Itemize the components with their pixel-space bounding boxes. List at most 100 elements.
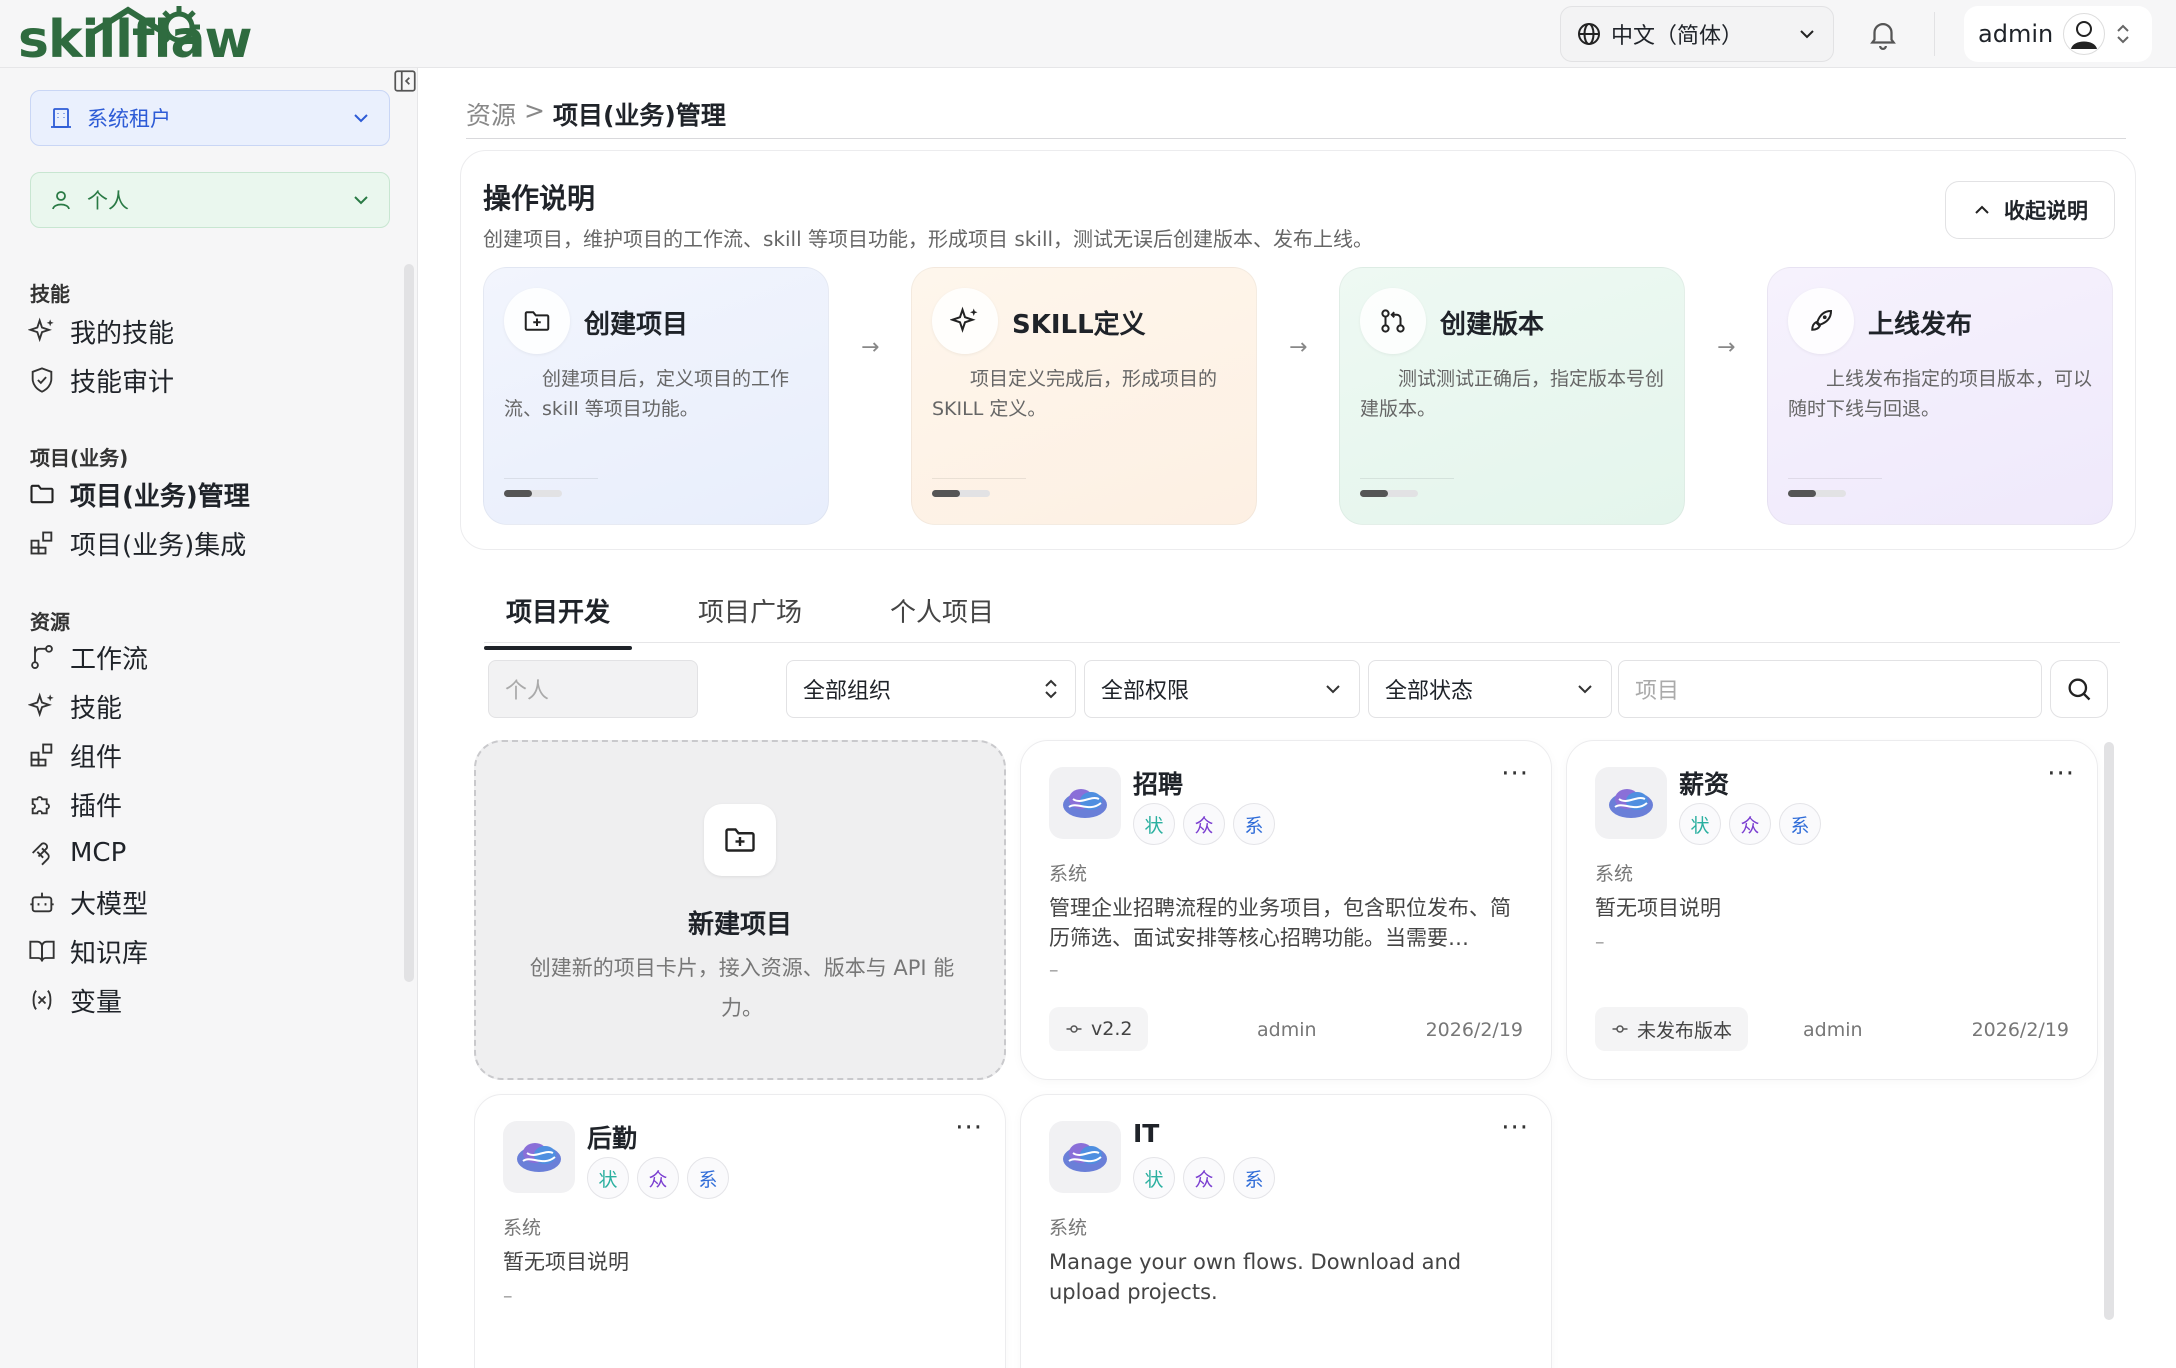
step-divider [932, 478, 1026, 479]
step-name: 上线发布 [1868, 310, 1973, 340]
version-tag: v2.2 [1049, 1007, 1149, 1051]
more-options-icon[interactable]: ··· [955, 1113, 983, 1143]
breadcrumb-separator: > [524, 96, 545, 125]
step-progress [1360, 490, 1418, 497]
sidebar-item-workflow[interactable]: 工作流 [28, 629, 388, 685]
project-extra: – [1595, 931, 1605, 953]
rocket-icon [1811, 309, 1833, 331]
project-card[interactable]: 薪资 ··· 状 众 系 系统 暂无项目说明 – 未发布版本 admin 202… [1566, 740, 2098, 1080]
new-project-title: 新建项目 [687, 910, 792, 940]
collapse-guide-button[interactable]: 收起说明 [1945, 181, 2115, 239]
project-card[interactable]: 后勤 ··· 状 众 系 系统 暂无项目说明 – [474, 1094, 1006, 1368]
public-badge: 众 [637, 1157, 679, 1199]
project-desc: Manage your own flows. Download and uplo… [1049, 1250, 1462, 1304]
blocks-icon [30, 531, 53, 555]
tab-project-square[interactable]: 项目广场 [676, 588, 824, 648]
sidebar-item-knowledge-base[interactable]: 知识库 [28, 923, 388, 979]
org-filter[interactable]: 全部组织 [786, 660, 1076, 718]
project-search-input[interactable]: 项目 [1618, 660, 2042, 718]
chevron-down-icon [354, 196, 368, 205]
search-placeholder: 项目 [1635, 679, 1680, 704]
sidebar-item-plugins[interactable]: 插件 [28, 776, 388, 832]
project-card[interactable]: 招聘 ··· 状 众 系 系统 管理企业招聘流程的业务项目，包含职位发布、简历筛… [1020, 740, 1552, 1080]
scope-select[interactable]: 个人 [30, 172, 390, 228]
collapse-guide-label: 收起说明 [2004, 199, 2088, 223]
project-org: 系统 [1049, 863, 1088, 885]
step-icon-wrap [504, 288, 570, 354]
tenant-label: 系统租户 [87, 107, 171, 131]
sidebar-collapse-button[interactable] [392, 68, 418, 94]
public-badge: 众 [1183, 803, 1225, 845]
sidebar-item-variables[interactable]: 变量 [28, 972, 388, 1028]
step-name: 创建项目 [584, 310, 689, 340]
org-filter-value: 全部组织 [803, 679, 892, 704]
workflow-icon [31, 644, 53, 670]
project-owner: admin [1803, 1019, 1863, 1041]
sidebar-item-llm[interactable]: 大模型 [28, 874, 388, 930]
status-badge: 状 [1133, 803, 1175, 845]
chevron-updown-icon [1045, 679, 1057, 699]
user-menu[interactable]: admin [1964, 6, 2152, 62]
more-options-icon[interactable]: ··· [1501, 1113, 1529, 1143]
scope-label: 个人 [87, 189, 129, 213]
project-badges: 状 众 系 [1133, 1157, 1275, 1199]
more-options-icon[interactable]: ··· [1501, 759, 1529, 789]
globe-icon [1578, 23, 1600, 45]
sidebar-scrollbar[interactable] [404, 264, 414, 982]
step-name: 创建版本 [1440, 310, 1545, 340]
folder-plus-icon [524, 311, 550, 331]
bot-icon [30, 892, 54, 913]
folder-icon [30, 484, 54, 504]
tenant-select[interactable]: 系统租户 [30, 90, 390, 146]
public-badge: 众 [1183, 1157, 1225, 1199]
sidebar-item-components[interactable]: 组件 [28, 727, 388, 783]
sidebar-item-project-integration[interactable]: 项目(业务)集成 [28, 515, 388, 571]
new-project-card[interactable]: 新建项目 创建新的项目卡片，接入资源、版本与 API 能力。 [474, 740, 1006, 1080]
puzzle-icon [31, 796, 50, 815]
tab-personal-projects[interactable]: 个人项目 [868, 588, 1016, 648]
app-logo[interactable]: skillflaw [18, 4, 253, 66]
project-tabs: 项目开发 项目广场 个人项目 [484, 588, 1016, 650]
shield-check-icon [31, 367, 53, 393]
step-icon-wrap [1788, 288, 1854, 354]
step-divider [1788, 478, 1882, 479]
username: admin [1978, 20, 2054, 48]
step-name: SKILL定义 [1012, 310, 1146, 340]
sidebar-item-mcp[interactable]: MCP [28, 825, 388, 881]
step-card-create-project: 创建项目 创建项目后，定义项目的工作流、skill 等项目功能。 [483, 267, 829, 525]
status-filter-value: 全部状态 [1385, 679, 1474, 704]
sidebar-item-skill-audit[interactable]: 技能审计 [28, 352, 388, 408]
chevron-up-icon [1975, 205, 1989, 214]
guide-title: 操作说明 [483, 182, 596, 215]
grid-scrollbar[interactable] [2104, 742, 2114, 1320]
breadcrumb-divider [466, 138, 2126, 139]
avatar-icon [2071, 21, 2098, 49]
sidebar-item-my-skills[interactable]: 我的技能 [28, 303, 388, 359]
step-progress [932, 490, 990, 497]
language-select[interactable]: 中文（简体） [1560, 6, 1834, 62]
project-card[interactable]: IT ··· 状 众 系 系统 Manage your own flows. D… [1020, 1094, 1552, 1368]
tab-project-dev[interactable]: 项目开发 [484, 588, 633, 650]
mcp-icon [32, 842, 50, 866]
arrow-right-icon: → [861, 335, 880, 360]
project-org: 系统 [503, 1217, 542, 1239]
scope-filter-value: 个人 [505, 679, 550, 704]
breadcrumb-parent[interactable]: 资源 [466, 96, 516, 132]
notification-button[interactable] [1866, 17, 1900, 51]
project-logo [1049, 1121, 1121, 1193]
step-desc: 创建项目后，定义项目的工作流、skill 等项目功能。 [504, 368, 790, 420]
permission-filter[interactable]: 全部权限 [1084, 660, 1360, 718]
scope-filter: 个人 [488, 660, 698, 718]
sidebar-item-label: 技能 [70, 693, 123, 724]
search-button[interactable] [2050, 660, 2108, 718]
tabs-divider [484, 642, 2120, 643]
more-options-icon[interactable]: ··· [2047, 759, 2075, 789]
sidebar-item-project-management[interactable]: 项目(业务)管理 [28, 466, 388, 522]
status-filter[interactable]: 全部状态 [1368, 660, 1612, 718]
git-commit-icon [1612, 1025, 1628, 1033]
project-extra: – [1049, 959, 1059, 981]
sidebar-item-skills[interactable]: 技能 [28, 678, 388, 734]
system-badge: 系 [1233, 1157, 1275, 1199]
version-label: v2.2 [1091, 1018, 1133, 1040]
step-desc: 上线发布指定的项目版本，可以随时下线与回退。 [1788, 368, 2093, 420]
